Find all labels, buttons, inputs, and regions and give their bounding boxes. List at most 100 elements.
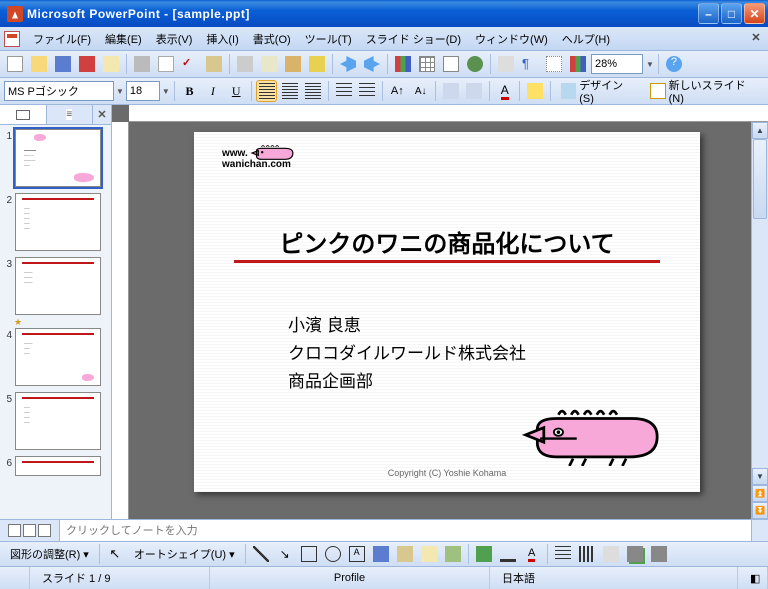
horizontal-ruler[interactable] xyxy=(129,105,768,122)
thumbnail-2[interactable]: ────────── xyxy=(15,193,101,251)
color-grayscale-button[interactable] xyxy=(567,53,589,75)
document-icon[interactable] xyxy=(4,31,20,47)
3d-button[interactable] xyxy=(648,543,670,565)
clipart-button[interactable] xyxy=(418,543,440,565)
sorter-view-button[interactable] xyxy=(23,524,36,537)
show-grid-button[interactable] xyxy=(543,53,565,75)
slide[interactable]: www.wanichan.com ピンクのワニの商品化について 小濱 良恵 クロ… xyxy=(194,132,700,492)
thumbnail-5[interactable]: ──────── xyxy=(15,392,101,450)
thumbnail-1[interactable]: ━━━━━── ─────── xyxy=(15,129,101,187)
insert-table-button[interactable] xyxy=(416,53,438,75)
tables-borders-button[interactable] xyxy=(440,53,462,75)
draw-menu-button[interactable]: 図形の調整(R) ▾ xyxy=(4,543,95,565)
paste-button[interactable] xyxy=(282,53,304,75)
rectangle-button[interactable] xyxy=(298,543,320,565)
minimize-button[interactable]: – xyxy=(698,3,719,24)
font-size-select[interactable] xyxy=(126,81,160,101)
decrease-font-button[interactable]: A↓ xyxy=(410,80,431,102)
prev-slide-button[interactable]: ⏫ xyxy=(752,485,768,502)
menu-edit[interactable]: 編集(E) xyxy=(98,28,149,50)
scroll-up-button[interactable]: ▲ xyxy=(752,122,768,139)
menu-help[interactable]: ヘルプ(H) xyxy=(555,28,617,50)
bullets-button[interactable] xyxy=(356,80,377,102)
zoom-select[interactable] xyxy=(591,54,643,74)
maximize-button[interactable]: □ xyxy=(721,3,742,24)
scroll-thumb[interactable] xyxy=(753,139,767,219)
font-name-select[interactable] xyxy=(4,81,114,101)
underline-button[interactable]: U xyxy=(226,80,247,102)
numbering-button[interactable] xyxy=(333,80,354,102)
increase-font-button[interactable]: A↑ xyxy=(387,80,408,102)
print-preview-button[interactable] xyxy=(155,53,177,75)
wordart-button[interactable] xyxy=(370,543,392,565)
autoshapes-button[interactable]: オートシェイプ(U) ▾ xyxy=(128,543,241,565)
shadow-button[interactable] xyxy=(624,543,646,565)
new-button[interactable] xyxy=(4,53,26,75)
menu-format[interactable]: 書式(O) xyxy=(246,28,298,50)
italic-button[interactable]: I xyxy=(202,80,223,102)
slide-body[interactable]: 小濱 良恵 クロコダイルワールド株式会社 商品企画部 xyxy=(288,312,526,396)
picture-button[interactable] xyxy=(442,543,464,565)
research-button[interactable] xyxy=(203,53,225,75)
menu-tools[interactable]: ツール(T) xyxy=(298,28,359,50)
print-button[interactable] xyxy=(131,53,153,75)
align-left-button[interactable] xyxy=(256,80,277,102)
arrow-style-button[interactable] xyxy=(600,543,622,565)
slides-tab[interactable] xyxy=(0,105,47,124)
cut-button[interactable] xyxy=(234,53,256,75)
doc-close-button[interactable]: ✕ xyxy=(748,31,764,47)
bold-button[interactable]: B xyxy=(179,80,200,102)
new-slide-button[interactable]: 新しいスライド(N) xyxy=(644,80,764,102)
open-button[interactable] xyxy=(28,53,50,75)
redo-button[interactable] xyxy=(361,53,383,75)
align-right-button[interactable] xyxy=(303,80,324,102)
line-style-button[interactable] xyxy=(552,543,574,565)
arrow-button[interactable]: ↘ xyxy=(274,543,296,565)
decrease-indent-button[interactable] xyxy=(440,80,461,102)
line-button[interactable] xyxy=(250,543,272,565)
oval-button[interactable] xyxy=(322,543,344,565)
insert-chart-button[interactable] xyxy=(392,53,414,75)
line-color-button[interactable] xyxy=(497,543,519,565)
menu-slideshow[interactable]: スライド ショー(D) xyxy=(359,28,468,50)
font-color-button-2[interactable]: A xyxy=(521,543,543,565)
textbox-button[interactable]: A xyxy=(346,543,368,565)
spellcheck-button[interactable]: ✓ xyxy=(179,53,201,75)
copy-button[interactable] xyxy=(258,53,280,75)
help-button[interactable]: ? xyxy=(663,53,685,75)
insert-hyperlink-button[interactable] xyxy=(464,53,486,75)
menu-insert[interactable]: 挿入(I) xyxy=(199,28,245,50)
design-button[interactable]: デザイン(S) xyxy=(555,80,642,102)
thumbnail-4[interactable]: ─────── xyxy=(15,328,101,386)
highlight-button[interactable] xyxy=(524,80,545,102)
align-center-button[interactable] xyxy=(279,80,300,102)
thumbnail-list[interactable]: 1 ━━━━━── ─────── 2 ────────── 3 ───────… xyxy=(0,125,111,519)
dash-style-button[interactable] xyxy=(576,543,598,565)
normal-view-button[interactable] xyxy=(8,524,21,537)
menu-window[interactable]: ウィンドウ(W) xyxy=(468,28,555,50)
close-button[interactable]: ✕ xyxy=(744,3,765,24)
next-slide-button[interactable]: ⏬ xyxy=(752,502,768,519)
format-painter-button[interactable] xyxy=(306,53,328,75)
select-objects-button[interactable]: ↖ xyxy=(104,543,126,565)
diagram-button[interactable] xyxy=(394,543,416,565)
outline-tab[interactable]: ≡ xyxy=(47,105,94,124)
pane-close-button[interactable]: ✕ xyxy=(93,105,111,124)
thumbnail-6[interactable] xyxy=(15,456,101,476)
slideshow-view-button[interactable] xyxy=(38,524,51,537)
slide-canvas[interactable]: www.wanichan.com ピンクのワニの商品化について 小濱 良恵 クロ… xyxy=(129,122,768,519)
menu-view[interactable]: 表示(V) xyxy=(149,28,200,50)
thumbnail-3[interactable]: ───────── xyxy=(15,257,101,315)
scroll-down-button[interactable]: ▼ xyxy=(752,468,768,485)
vertical-ruler[interactable] xyxy=(112,122,129,519)
permission-button[interactable] xyxy=(76,53,98,75)
font-color-button[interactable]: A xyxy=(494,80,515,102)
expand-all-button[interactable] xyxy=(495,53,517,75)
slide-title[interactable]: ピンクのワニの商品化について xyxy=(234,224,660,265)
notes-input[interactable] xyxy=(60,520,751,541)
show-formatting-button[interactable]: ¶ xyxy=(519,53,541,75)
notes-scroll[interactable] xyxy=(751,520,768,541)
undo-button[interactable] xyxy=(337,53,359,75)
menu-file[interactable]: ファイル(F) xyxy=(26,28,98,50)
email-button[interactable] xyxy=(100,53,122,75)
